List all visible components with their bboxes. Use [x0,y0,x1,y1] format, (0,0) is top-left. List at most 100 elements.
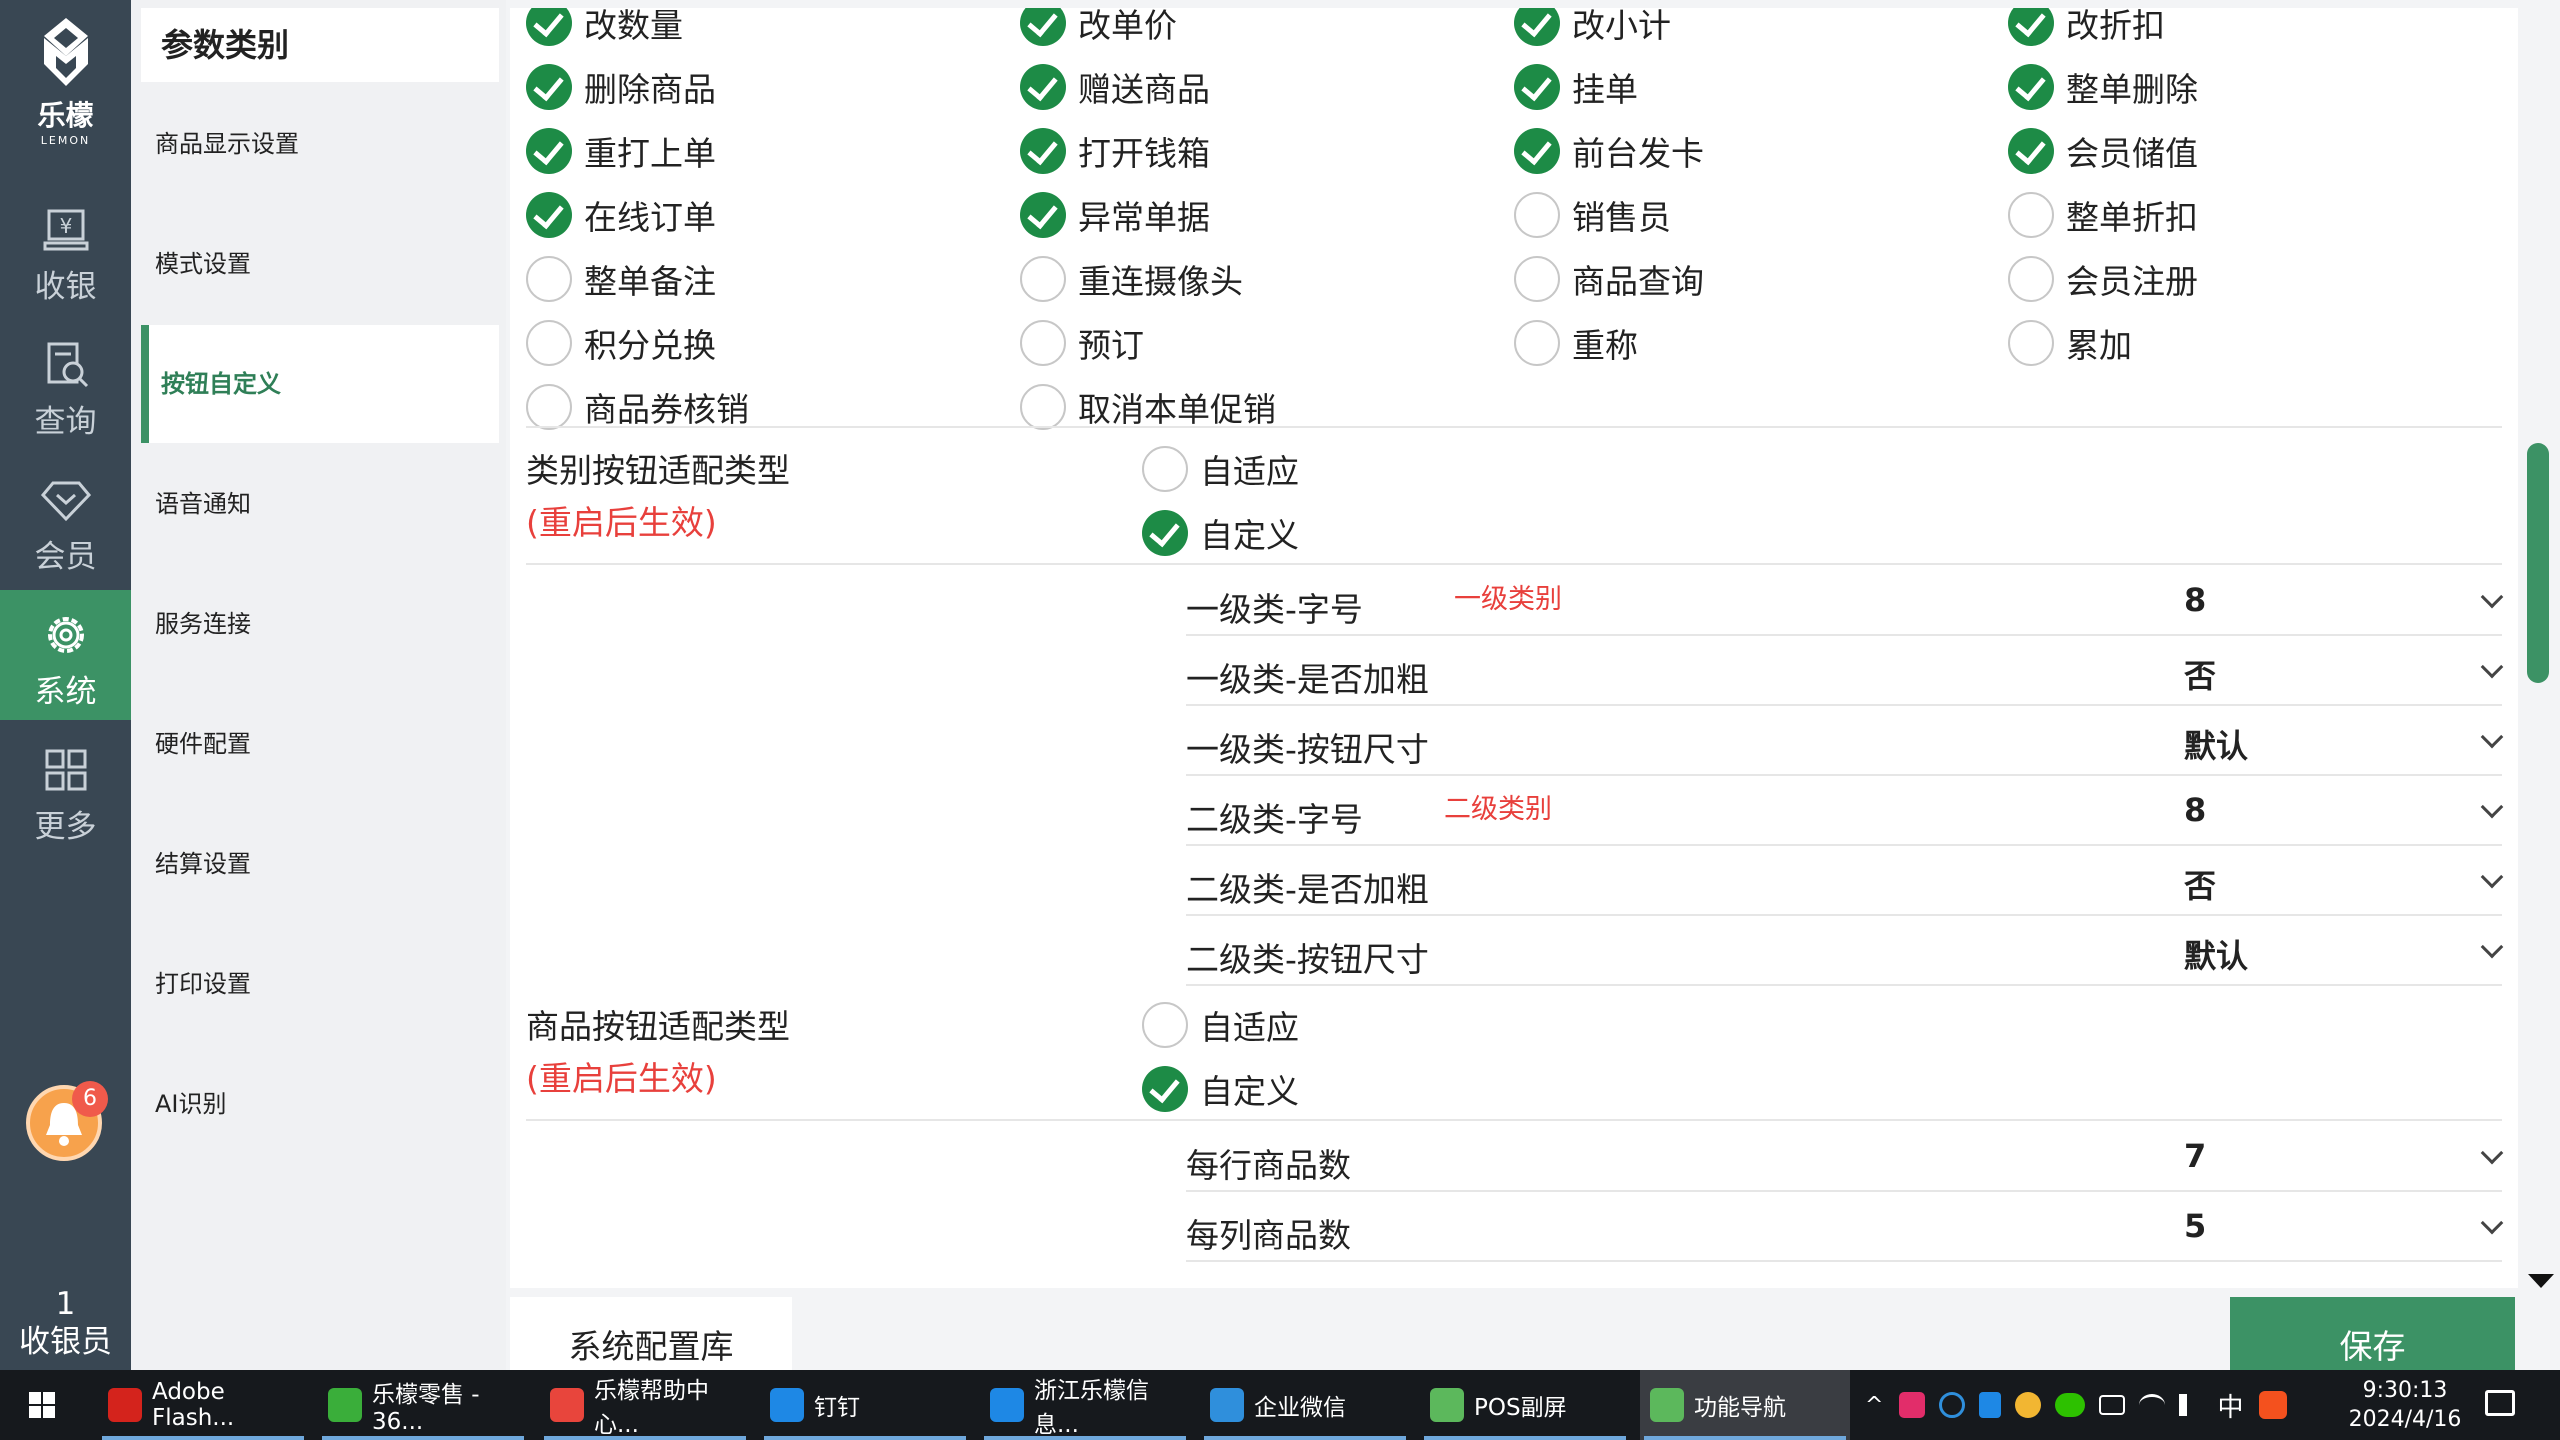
notification-bell-button[interactable]: 6 [26,1081,108,1161]
current-user[interactable]: 1 收银员 [0,1285,131,1361]
rail-item-system[interactable]: 系统 [0,590,131,720]
setting-value[interactable]: 5 [2184,1207,2206,1245]
button-toggle-option[interactable]: 重连摄像头 [1020,254,1243,304]
chevron-down-icon[interactable] [2480,725,2504,749]
rail-item-query[interactable]: 查询 [0,320,131,450]
button-toggle-option[interactable]: 重称 [1514,318,1638,368]
setting-dropdown-row[interactable]: 每列商品数 5 [1186,1197,2506,1267]
tray-app-icon[interactable] [1939,1392,1966,1418]
setting-value[interactable]: 默认 [2184,721,2248,767]
button-toggle-option[interactable]: 整单折扣 [2008,190,2198,240]
chevron-down-icon[interactable] [2480,795,2504,819]
setting-dropdown-row[interactable]: 一级类-字号 一级类别 8 [1186,571,2506,641]
button-toggle-option[interactable]: 预订 [1020,318,1144,368]
button-toggle-option[interactable]: 删除商品 [526,62,716,112]
setting-value[interactable]: 7 [2184,1137,2206,1175]
setting-dropdown-row[interactable]: 每行商品数 7 [1186,1127,2506,1197]
setting-value[interactable]: 否 [2184,651,2216,697]
category-item[interactable]: 打印设置 [141,925,499,1043]
category-item[interactable]: 硬件配置 [141,685,499,803]
category-item[interactable]: 语音通知 [141,445,499,563]
taskbar-app-button[interactable]: 浙江乐檬信息... [980,1370,1190,1440]
start-button[interactable] [0,1370,84,1440]
taskbar-app-button[interactable]: Adobe Flash... [98,1370,308,1440]
system-config-library-tab[interactable]: 系统配置库 [510,1297,792,1370]
goods-fit-adaptive-radio[interactable]: 自适应 [1142,1000,1299,1050]
button-toggle-option[interactable]: 改折扣 [2008,8,2165,48]
button-toggle-option[interactable]: 前台发卡 [1514,126,1704,176]
chevron-down-icon[interactable] [2480,655,2504,679]
button-toggle-option[interactable]: 整单删除 [2008,62,2198,112]
setting-value[interactable]: 8 [2184,791,2206,829]
setting-dropdown-row[interactable]: 一级类-按钮尺寸 默认 [1186,711,2506,781]
taskbar-app-button[interactable]: 功能导航 [1640,1370,1850,1440]
category-item[interactable]: 结算设置 [141,805,499,923]
button-toggle-option[interactable]: 会员储值 [2008,126,2198,176]
button-toggle-option[interactable]: 改数量 [526,8,683,48]
setting-dropdown-row[interactable]: 一级类-是否加粗 否 [1186,641,2506,711]
setting-dropdown-row[interactable]: 二级类-是否加粗 否 [1186,851,2506,921]
taskbar-app-button[interactable]: 乐檬帮助中心... [540,1370,750,1440]
chevron-down-icon[interactable] [2480,935,2504,959]
save-button[interactable]: 保存 [2230,1297,2515,1370]
button-toggle-option[interactable]: 重打上单 [526,126,716,176]
category-item[interactable]: 服务连接 [141,565,499,683]
tray-app-icon[interactable] [1979,1392,2002,1418]
button-toggle-option[interactable]: 取消本单促销 [1020,382,1276,432]
unchecked-circle-icon [1020,320,1066,366]
button-toggle-option[interactable]: 赠送商品 [1020,62,1210,112]
button-toggle-option[interactable]: 整单备注 [526,254,716,304]
button-toggle-option[interactable]: 积分兑换 [526,318,716,368]
category-item[interactable]: 按钮自定义 [141,325,499,443]
button-toggle-option[interactable]: 累加 [2008,318,2132,368]
button-toggle-option[interactable]: 商品券核销 [526,382,749,432]
tray-app-icon[interactable] [2099,1395,2126,1415]
taskbar-app-button[interactable]: 乐檬零售 - 36... [318,1370,528,1440]
category-item[interactable]: AI识别 [141,1045,499,1163]
rail-item-cashier[interactable]: ¥ 收银 [0,185,131,315]
radio-checked-icon [1142,1066,1188,1112]
category-item[interactable]: 模式设置 [141,205,499,323]
sogou-input-icon[interactable] [2259,1391,2288,1419]
tray-chevron-up-icon[interactable]: ^ [1865,1393,1883,1418]
chevron-down-icon[interactable] [2480,865,2504,889]
scrollbar-thumb[interactable] [2527,443,2549,683]
rail-item-member[interactable]: 会员 [0,455,131,585]
setting-value[interactable]: 8 [2184,581,2206,619]
setting-dropdown-row[interactable]: 二级类-字号 二级类别 8 [1186,781,2506,851]
network-icon[interactable] [2139,1394,2166,1416]
ime-indicator[interactable]: 中 [2217,1387,2243,1424]
button-toggle-option[interactable]: 销售员 [1514,190,1671,240]
taskbar-app-button[interactable]: 企业微信 [1200,1370,1410,1440]
chevron-down-icon[interactable] [2480,1141,2504,1165]
button-toggle-option[interactable]: 打开钱箱 [1020,126,1210,176]
category-item[interactable]: 商品显示设置 [141,85,499,203]
tray-app-icon[interactable] [2015,1392,2042,1418]
taskbar-app-button[interactable]: POS副屏 [1420,1370,1630,1440]
rail-item-more[interactable]: 更多 [0,725,131,855]
category-fit-custom-radio[interactable]: 自定义 [1142,508,1299,558]
tray-app-icon[interactable] [1899,1392,1926,1418]
volume-muted-icon[interactable] [2179,1394,2201,1416]
button-toggle-option[interactable]: 改小计 [1514,8,1671,48]
button-toggle-option[interactable]: 在线订单 [526,190,716,240]
setting-dropdown-row[interactable]: 二级类-按钮尺寸 默认 [1186,921,2506,991]
setting-value[interactable]: 默认 [2184,931,2248,977]
category-fit-adaptive-radio[interactable]: 自适应 [1142,444,1299,494]
main-scrollbar[interactable] [2522,8,2554,1288]
chevron-down-icon[interactable] [2480,1211,2504,1235]
chevron-down-icon[interactable] [2480,585,2504,609]
wechat-icon[interactable] [2055,1393,2086,1417]
taskbar-clock[interactable]: 9:30:13 2024/4/16 [2330,1376,2480,1434]
button-toggle-option[interactable]: 挂单 [1514,62,1638,112]
scroll-down-arrow-icon[interactable] [2528,1274,2554,1288]
notification-center-icon[interactable] [2485,1390,2515,1416]
button-toggle-option[interactable]: 会员注册 [2008,254,2198,304]
rail-label-more: 更多 [34,809,97,845]
goods-fit-custom-radio[interactable]: 自定义 [1142,1064,1299,1114]
setting-value[interactable]: 否 [2184,861,2216,907]
button-toggle-option[interactable]: 商品查询 [1514,254,1704,304]
button-toggle-option[interactable]: 改单价 [1020,8,1177,48]
taskbar-app-button[interactable]: 钉钉 [760,1370,970,1440]
button-toggle-option[interactable]: 异常单据 [1020,190,1210,240]
